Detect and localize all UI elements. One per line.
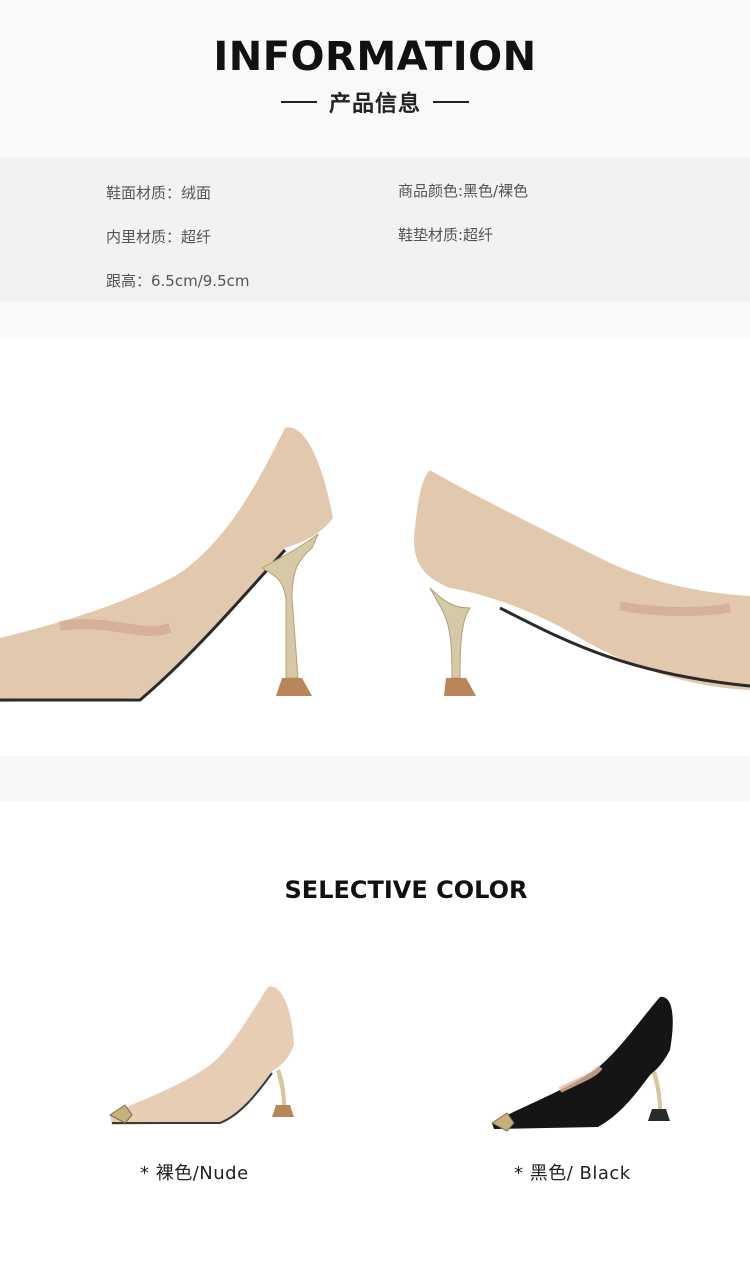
info-header: INFORMATION 产品信息 xyxy=(0,0,750,158)
subtitle-divider-right xyxy=(433,101,469,103)
black-shoe-image xyxy=(491,996,673,1132)
selective-color-title: SELECTIVE COLOR xyxy=(284,876,528,904)
section-subtitle-row: 产品信息 xyxy=(0,88,750,117)
color-option-label: * 黑色/ Black xyxy=(514,1163,631,1184)
info-insole-material: 鞋垫材质:超纤 xyxy=(398,226,494,244)
section-title: INFORMATION xyxy=(213,34,537,80)
info-lining-material: 内里材质：超纤 xyxy=(106,228,212,246)
info-upper-material: 鞋面材质：绒面 xyxy=(106,184,212,202)
product-info-panel: 鞋面材质：绒面 商品颜色:黑色/裸色 内里材质：超纤 鞋垫材质:超纤 跟高：6.… xyxy=(0,158,750,302)
info-color: 商品颜色:黑色/裸色 xyxy=(398,182,529,200)
color-option-label: * 裸色/Nude xyxy=(140,1163,249,1184)
spacer-band-2 xyxy=(0,756,750,801)
subtitle-divider-left xyxy=(280,101,317,103)
hero-product-image xyxy=(0,338,750,756)
spacer-band xyxy=(0,302,750,338)
right-shoe xyxy=(414,470,750,696)
color-option-nude[interactable]: * 裸色/Nude xyxy=(100,975,310,1190)
hero-shoes-illustration xyxy=(0,427,750,702)
info-heel-height: 跟高：6.5cm/9.5cm xyxy=(106,272,250,290)
section-subtitle: 产品信息 xyxy=(328,92,421,117)
color-option-black[interactable]: * 黑色/ Black xyxy=(480,975,690,1190)
nude-shoe-image xyxy=(109,986,294,1125)
left-shoe xyxy=(0,427,333,702)
